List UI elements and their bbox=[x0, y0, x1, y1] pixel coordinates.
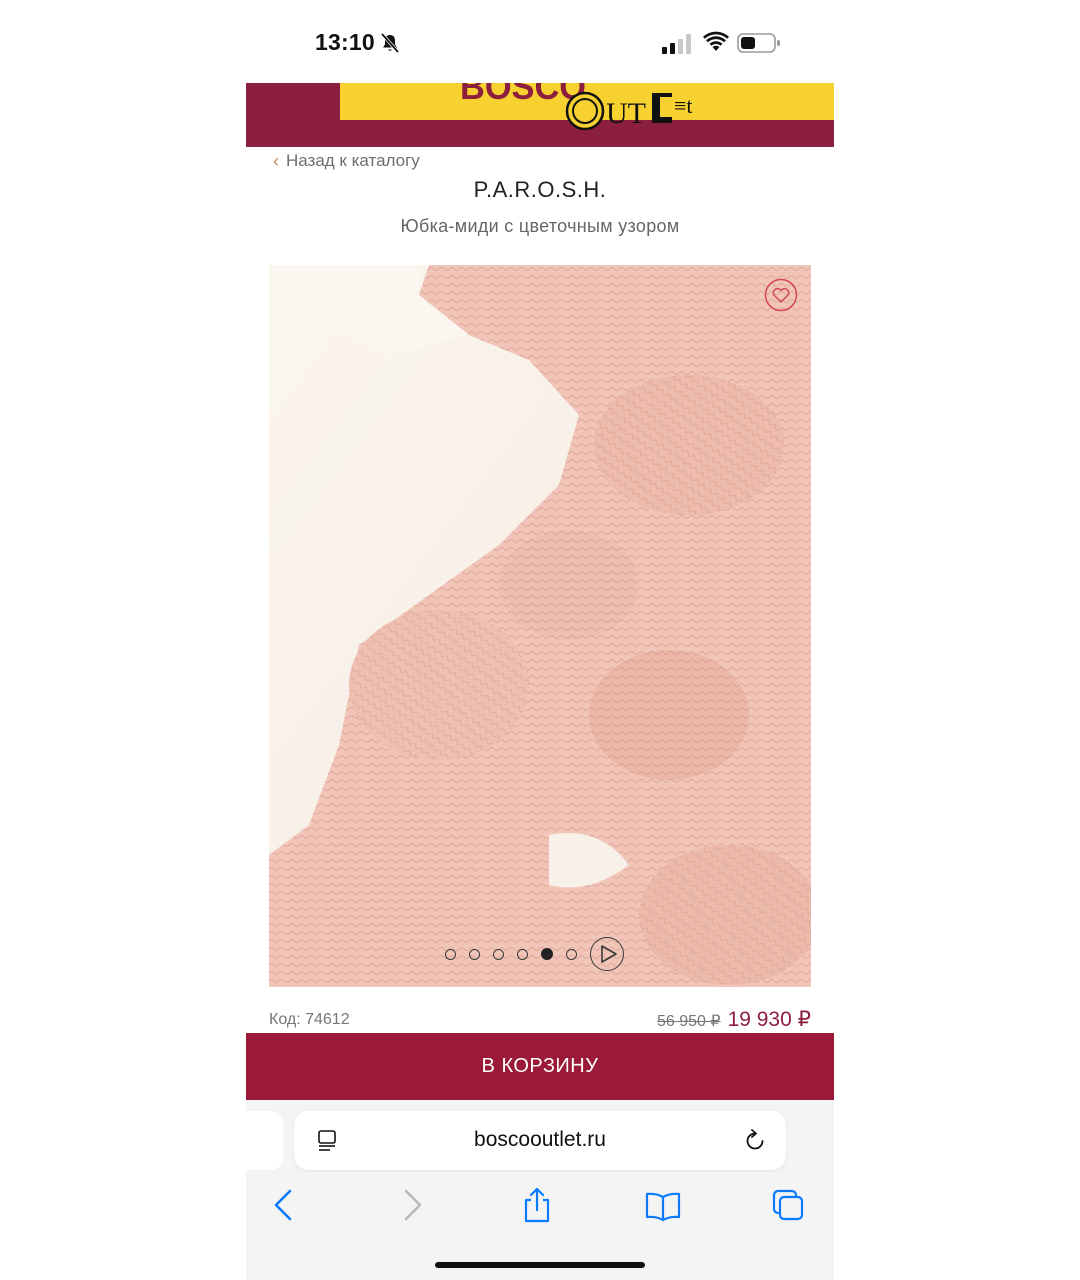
forward-icon[interactable] bbox=[392, 1185, 432, 1225]
signal-icon bbox=[662, 34, 691, 54]
wifi-icon bbox=[703, 31, 729, 51]
product-photo bbox=[269, 265, 811, 987]
url-text: boscooutlet.ru bbox=[474, 1128, 606, 1151]
product-code: Код: 74612 bbox=[269, 1011, 350, 1028]
share-icon[interactable] bbox=[517, 1185, 557, 1225]
back-link-label: Назад к каталогу bbox=[286, 151, 420, 170]
back-to-catalog-link[interactable]: ‹ Назад к каталогу bbox=[273, 151, 420, 171]
bosco-outlet-logo[interactable]: BOSCO UT ≡t bbox=[456, 83, 716, 135]
add-to-cart-button[interactable]: В КОРЗИНУ bbox=[246, 1033, 834, 1100]
site-header: BOSCO UT ≡t bbox=[246, 83, 834, 147]
svg-text:≡t: ≡t bbox=[674, 93, 693, 118]
play-icon bbox=[601, 945, 617, 963]
gallery-pagination bbox=[445, 937, 624, 971]
product-gallery[interactable] bbox=[269, 265, 811, 987]
old-price: 56 950 ₽ bbox=[657, 1013, 721, 1030]
gallery-dot-active[interactable] bbox=[541, 948, 553, 960]
sale-price: 19 930 ₽ bbox=[727, 1008, 811, 1031]
price-row: 56 950 ₽ 19 930 ₽ bbox=[657, 1007, 811, 1032]
gallery-dot[interactable] bbox=[566, 948, 577, 960]
back-icon[interactable] bbox=[264, 1185, 304, 1225]
phone-screen: 13:10 BOSCO UT ≡t ‹ Назад к каталогу P.A… bbox=[246, 0, 834, 1280]
status-bar: 13:10 bbox=[246, 0, 834, 83]
home-indicator[interactable] bbox=[435, 1262, 645, 1268]
chevron-left-icon: ‹ bbox=[273, 151, 279, 171]
bookmarks-icon[interactable] bbox=[643, 1185, 683, 1225]
product-brand[interactable]: P.A.R.O.S.H. bbox=[246, 177, 834, 203]
gallery-dot[interactable] bbox=[445, 948, 456, 960]
browser-toolbar bbox=[246, 1185, 834, 1225]
svg-text:UT: UT bbox=[606, 97, 646, 130]
gallery-dot[interactable] bbox=[493, 948, 504, 960]
previous-tab-peek[interactable] bbox=[246, 1111, 283, 1170]
play-video-button[interactable] bbox=[590, 937, 624, 971]
bell-slash-icon bbox=[380, 32, 400, 54]
heart-icon[interactable] bbox=[764, 278, 798, 312]
tabs-icon[interactable] bbox=[768, 1185, 808, 1225]
gallery-dot[interactable] bbox=[469, 948, 480, 960]
browser-bottom-bar: boscooutlet.ru bbox=[246, 1100, 834, 1280]
reload-icon[interactable] bbox=[742, 1127, 768, 1153]
product-name: Юбка-миди с цветочным узором bbox=[400, 216, 680, 236]
gallery-dot[interactable] bbox=[517, 948, 528, 960]
battery-icon bbox=[737, 33, 780, 53]
svg-text:BOSCO: BOSCO bbox=[460, 83, 586, 107]
address-bar[interactable]: boscooutlet.ru bbox=[294, 1111, 786, 1170]
status-time: 13:10 bbox=[315, 29, 375, 55]
